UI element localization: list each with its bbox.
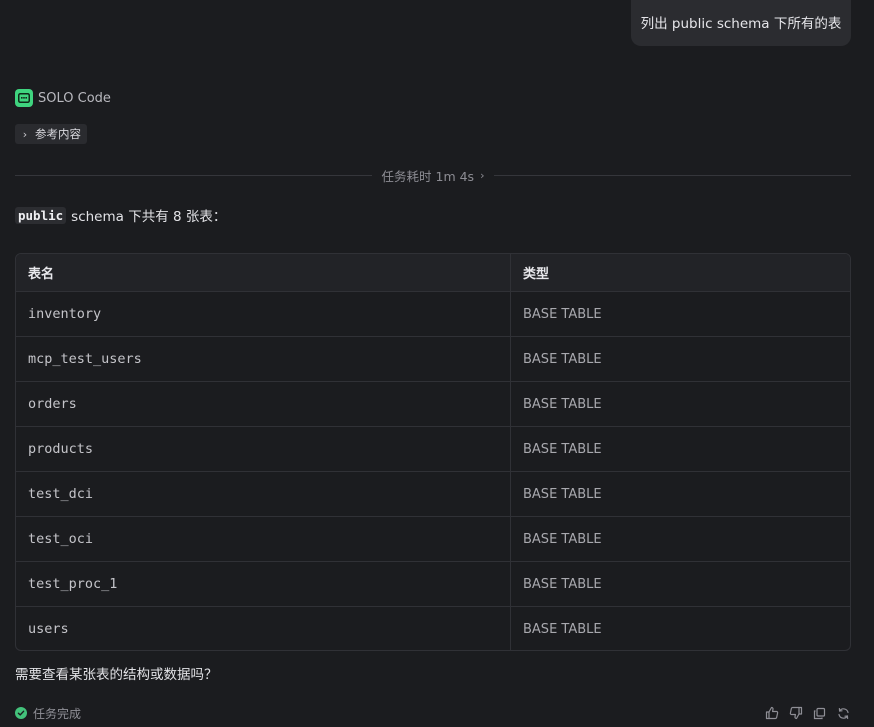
- tables-table: 表名 类型 inventory BASE TABLE mcp_test_user…: [15, 253, 851, 651]
- reference-toggle-button[interactable]: › 参考内容: [15, 124, 87, 144]
- table-name-cell: inventory: [16, 291, 511, 337]
- column-header-type: 类型: [510, 254, 850, 292]
- check-circle-icon: [15, 707, 27, 719]
- thumbs-down-icon[interactable]: [788, 706, 803, 721]
- solo-logo-icon: [15, 89, 33, 107]
- table-name-cell: mcp_test_users: [16, 336, 511, 382]
- table-type-cell: BASE TABLE: [510, 426, 850, 472]
- table-row: test_proc_1 BASE TABLE: [16, 561, 850, 607]
- task-duration-label: 任务耗时 1m 4s: [381, 168, 475, 184]
- reference-label: 参考内容: [35, 127, 81, 141]
- assistant-name: SOLO Code: [38, 90, 111, 106]
- assistant-header: SOLO Code: [15, 89, 111, 107]
- table-row: inventory BASE TABLE: [16, 291, 850, 337]
- task-duration-toggle[interactable]: 任务耗时 1m 4s ›: [372, 166, 495, 185]
- table-name-cell: products: [16, 426, 511, 472]
- table-type-cell: BASE TABLE: [510, 516, 850, 562]
- task-status-label: 任务完成: [33, 706, 82, 721]
- user-message-text: 列出 public schema 下所有的表: [640, 16, 842, 32]
- table-row: test_dci BASE TABLE: [16, 471, 850, 517]
- table-type-cell: BASE TABLE: [510, 336, 850, 382]
- table-header-row: 表名 类型: [16, 254, 850, 292]
- follow-up-question: 需要查看某张表的结构或数据吗？: [15, 667, 218, 683]
- message-footer: 任务完成: [15, 703, 851, 723]
- table-type-cell: BASE TABLE: [510, 291, 850, 337]
- refresh-icon[interactable]: [836, 706, 851, 721]
- column-header-name: 表名: [16, 254, 511, 292]
- table-type-cell: BASE TABLE: [523, 621, 602, 637]
- task-duration-divider: 任务耗时 1m 4s ›: [15, 165, 852, 185]
- chevron-right-icon: ›: [480, 168, 485, 182]
- task-status: 任务完成: [15, 705, 81, 722]
- divider-line-right: [494, 174, 852, 176]
- inline-code: public: [15, 206, 67, 224]
- table-name-cell: test_dci: [16, 471, 511, 517]
- table-type-cell: BASE TABLE: [510, 381, 850, 427]
- table-name-cell: users: [16, 606, 511, 650]
- table-type-cell: BASE TABLE: [510, 471, 850, 517]
- copy-icon[interactable]: [812, 706, 827, 721]
- table-name-cell: test_proc_1: [16, 561, 511, 607]
- table-row: users BASE TABLE: [16, 606, 850, 650]
- user-message-bubble: 列出 public schema 下所有的表: [631, 0, 851, 46]
- table-row: orders BASE TABLE: [16, 381, 850, 427]
- table-row: products BASE TABLE: [16, 426, 850, 472]
- chevron-right-icon: ›: [22, 127, 28, 141]
- table-type-cell: BASE TABLE: [510, 561, 850, 607]
- answer-intro-text: schema 下共有 8 张表：: [71, 209, 227, 225]
- table-name-cell: orders: [16, 381, 511, 427]
- message-actions: [764, 706, 851, 721]
- answer-intro: public schema 下共有 8 张表：: [15, 205, 226, 225]
- divider-line-left: [15, 174, 372, 176]
- table-name-cell: test_oci: [16, 516, 511, 562]
- table-row: test_oci BASE TABLE: [16, 516, 850, 562]
- thumbs-up-icon[interactable]: [764, 706, 779, 721]
- chat-page: 列出 public schema 下所有的表 SOLO Code › 参考内容 …: [0, 0, 874, 727]
- table-row: mcp_test_users BASE TABLE: [16, 336, 850, 382]
